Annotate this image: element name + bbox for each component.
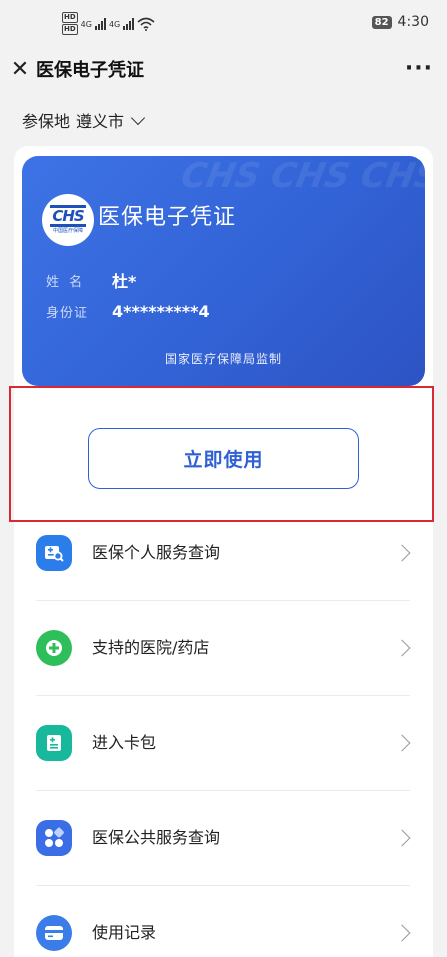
name-value: 杜*	[112, 272, 137, 291]
list-item-label: 使用记录	[92, 923, 157, 942]
chevron-right-icon	[393, 734, 411, 752]
close-icon[interactable]: ✕	[8, 56, 32, 84]
list-item[interactable]: 支持的医院/药店	[36, 601, 411, 696]
more-options-button[interactable]: ···	[405, 56, 433, 82]
logo-text: CHS	[50, 205, 86, 227]
personal-query-icon	[36, 535, 72, 571]
list-item[interactable]: 医保个人服务查询	[36, 506, 411, 601]
chevron-right-icon	[393, 639, 411, 657]
page-title: 医保电子凭证	[36, 60, 144, 81]
hd-badge: HD	[62, 12, 78, 23]
region-label: 参保地	[22, 112, 71, 131]
list-item-label: 医保公共服务查询	[92, 828, 221, 847]
insurance-card: CHS CHS CHS CHS CHS CHS CHS CHS CHS CHS …	[22, 156, 425, 386]
name-label: 姓 名	[46, 274, 86, 290]
id-value: 4*********4	[112, 302, 210, 321]
id-label: 身份证	[46, 306, 89, 321]
card-record-icon	[36, 915, 72, 951]
chevron-down-icon	[130, 110, 146, 125]
chevron-right-icon	[393, 829, 411, 847]
hd-badges: HD HD	[62, 12, 78, 36]
status-bar: HD HD 4G 4G 82 4:30	[0, 0, 447, 48]
region-value: 遵义市	[76, 112, 125, 131]
signal-icon	[123, 18, 135, 30]
hospital-plus-icon	[36, 630, 72, 666]
grid-services-icon	[36, 820, 72, 856]
service-list: 医保个人服务查询 支持的医院/药店 进入卡包 医保公共服务查询 使用记录	[36, 506, 411, 957]
list-item-label: 进入卡包	[92, 733, 157, 752]
list-item[interactable]: 使用记录	[36, 886, 411, 957]
list-item[interactable]: 医保公共服务查询	[36, 791, 411, 886]
id-row: 身份证 4*********4	[46, 302, 210, 321]
card-title: 医保电子凭证	[98, 205, 237, 230]
nav-bar: ✕ 医保电子凭证 ···	[0, 50, 447, 94]
hd-badge: HD	[62, 24, 78, 35]
clock: 4:30	[397, 14, 429, 30]
signal-icon	[94, 18, 106, 30]
card-wallet-icon	[36, 725, 72, 761]
chevron-right-icon	[393, 544, 411, 562]
logo-subtext: 中国医疗保障	[52, 228, 83, 234]
network-type: 4G	[80, 19, 92, 29]
chevron-right-icon	[393, 924, 411, 942]
list-item[interactable]: 进入卡包	[36, 696, 411, 791]
battery-icon: 82	[371, 15, 392, 29]
status-right: 82 4:30	[371, 14, 429, 30]
name-row: 姓 名 杜*	[46, 268, 136, 292]
wifi-icon	[137, 17, 155, 31]
network-indicators: HD HD 4G 4G	[62, 12, 155, 36]
list-item-label: 医保个人服务查询	[92, 543, 221, 562]
chs-logo: CHS 中国医疗保障	[42, 194, 94, 246]
list-item-label: 支持的医院/药店	[92, 638, 210, 657]
region-selector[interactable]: 参保地 遵义市	[22, 108, 146, 132]
supervise-text: 国家医疗保障局监制	[164, 352, 282, 366]
use-now-button[interactable]: 立即使用	[88, 428, 359, 489]
network-type: 4G	[108, 19, 121, 29]
